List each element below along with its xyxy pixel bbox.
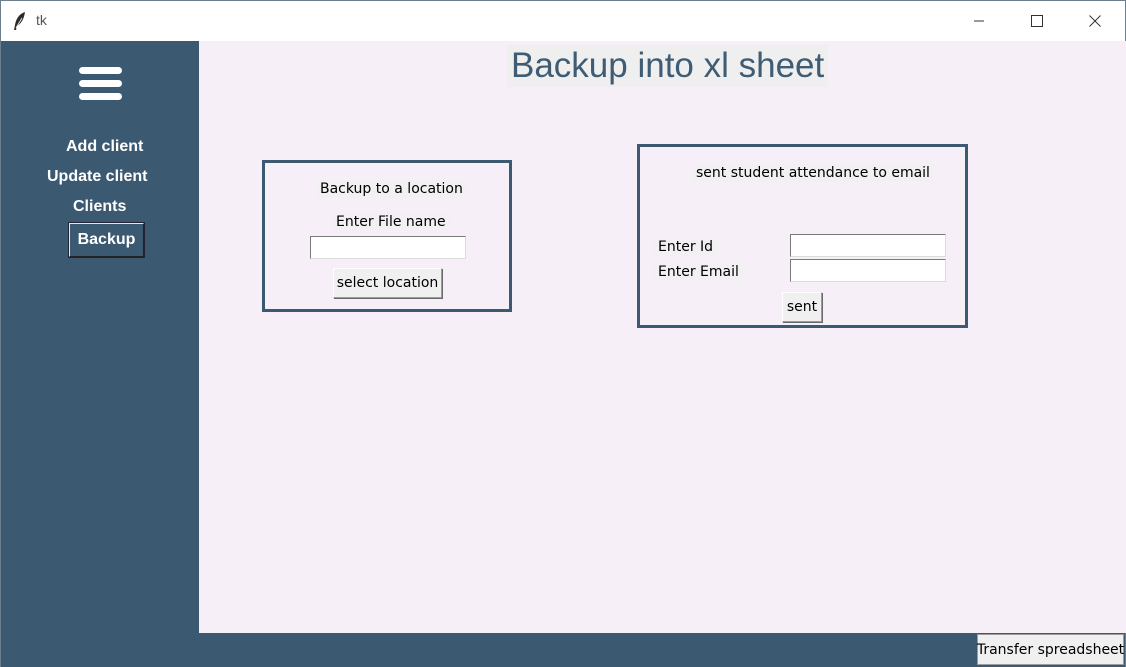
sent-button[interactable]: sent: [782, 292, 822, 322]
app-window: tk Add client Update client Clients Back…: [0, 0, 1126, 667]
feather-icon: [13, 11, 27, 31]
sidebar-item-clients[interactable]: Clients: [73, 198, 126, 216]
close-button[interactable]: [1066, 1, 1124, 41]
window-title: tk: [36, 12, 47, 28]
page-title: Backup into xl sheet: [507, 45, 829, 87]
email-label: Enter Email: [654, 263, 743, 281]
backup-panel-heading: Backup to a location: [316, 180, 467, 198]
id-input[interactable]: [790, 234, 946, 257]
sidebar: Add client Update client Clients Backup: [1, 41, 199, 633]
sidebar-item-update-client[interactable]: Update client: [47, 168, 147, 186]
sidebar-item-backup[interactable]: Backup: [68, 222, 145, 258]
filename-label: Enter File name: [332, 213, 450, 231]
main-content: Backup into xl sheet Backup to a locatio…: [199, 41, 1126, 633]
backup-location-panel: Backup to a location Enter File name sel…: [262, 160, 512, 312]
sidebar-item-add-client[interactable]: Add client: [66, 138, 143, 156]
email-panel-heading: sent student attendance to email: [692, 164, 934, 182]
minimize-button[interactable]: [950, 1, 1008, 41]
email-attendance-panel: sent student attendance to email Enter I…: [637, 144, 968, 328]
transfer-spreadsheet-button[interactable]: Transfer spreadsheet: [977, 634, 1124, 665]
maximize-button[interactable]: [1008, 1, 1066, 41]
filename-input[interactable]: [310, 236, 466, 259]
minimize-icon: [973, 15, 985, 27]
title-bar[interactable]: tk: [1, 1, 1125, 41]
id-label: Enter Id: [654, 238, 718, 256]
bottom-bar: Transfer spreadsheet: [1, 633, 1125, 667]
select-location-button[interactable]: select location: [333, 268, 442, 298]
close-icon: [1089, 15, 1101, 27]
maximize-icon: [1031, 15, 1043, 27]
email-input[interactable]: [790, 259, 946, 282]
hamburger-menu-icon[interactable]: [79, 65, 123, 103]
